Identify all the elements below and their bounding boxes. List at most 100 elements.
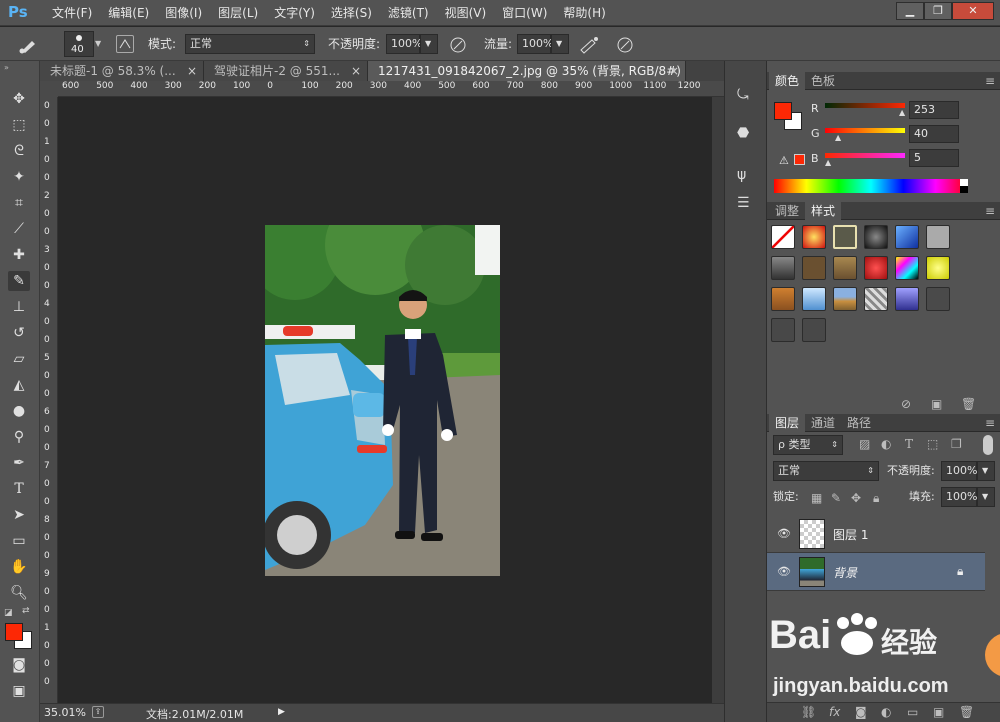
history-brush-icon[interactable]: ↺	[8, 323, 30, 343]
swap-colors-icon[interactable]: ⇄	[22, 606, 30, 616]
properties-panel-icon[interactable]: ☰	[737, 195, 750, 211]
layer-row[interactable]: 👁︎ 图层 1	[767, 515, 985, 553]
menu-layer[interactable]: 图层(L)	[210, 0, 266, 26]
lock-transparent-icon[interactable]: ▦	[811, 491, 822, 505]
close-icon[interactable]: ×	[351, 61, 361, 81]
menu-file[interactable]: 文件(F)	[44, 0, 100, 26]
filter-smart-object-icon[interactable]: ❐	[951, 437, 962, 451]
menu-filter[interactable]: 滤镜(T)	[380, 0, 437, 26]
style-swatch[interactable]	[833, 287, 857, 311]
chevron-down-icon[interactable]: ▼	[95, 39, 101, 48]
red-value[interactable]: 253	[909, 101, 959, 119]
shape-icon[interactable]: ▭	[8, 531, 30, 551]
menu-select[interactable]: 选择(S)	[323, 0, 380, 26]
menu-image[interactable]: 图像(I)	[157, 0, 210, 26]
tab-license-photo[interactable]: 驾驶证相片-2 @ 551... ×	[204, 61, 368, 81]
red-slider[interactable]	[825, 103, 905, 108]
close-icon[interactable]: ×	[187, 61, 197, 81]
restore-button[interactable]: ❐	[924, 2, 952, 20]
screen-mode-icon[interactable]: ▣	[8, 681, 30, 701]
tab-color[interactable]: 颜色	[769, 72, 806, 90]
gamut-warning-icon[interactable]: ⚠	[779, 154, 789, 167]
close-icon[interactable]: ×	[669, 61, 679, 81]
menu-type[interactable]: 文字(Y)	[266, 0, 323, 26]
style-swatch-selected[interactable]	[833, 225, 857, 249]
new-group-icon[interactable]: ▭	[907, 705, 918, 719]
style-swatch[interactable]	[802, 256, 826, 280]
blur-icon[interactable]: ●	[8, 401, 30, 421]
filter-type-icon[interactable]: T	[905, 437, 913, 451]
brush-preset-picker[interactable]: 40	[64, 31, 94, 57]
side-badge[interactable]	[985, 633, 1000, 677]
pressure-opacity-icon[interactable]	[448, 35, 468, 55]
tab-channels[interactable]: 通道	[805, 414, 841, 432]
spectrum-black-chip[interactable]	[960, 186, 968, 193]
collapse-toolbar-icon[interactable]: »	[4, 63, 9, 72]
lock-pixels-icon[interactable]: ✎	[831, 491, 841, 505]
tab-untitled-1[interactable]: 未标题-1 @ 58.3% (... ×	[40, 61, 204, 81]
eyedropper-icon[interactable]: ⟋	[8, 219, 30, 239]
lock-all-icon[interactable]: 🔒︎	[873, 491, 879, 506]
lasso-icon[interactable]: ᘓ	[8, 141, 30, 161]
filter-image-icon[interactable]: ▨	[859, 437, 870, 451]
new-style-icon[interactable]: ▣	[931, 397, 942, 411]
green-value[interactable]: 40	[909, 125, 959, 143]
fill-input[interactable]: 100%	[941, 487, 977, 507]
color-spectrum-bar[interactable]	[774, 179, 968, 193]
adjustment-layer-icon[interactable]: ◐	[881, 705, 891, 719]
minimize-button[interactable]: ▁	[896, 2, 924, 20]
pen-icon[interactable]: ✒	[8, 453, 30, 473]
style-swatch[interactable]	[926, 287, 950, 311]
menu-view[interactable]: 视图(V)	[437, 0, 495, 26]
foreground-color-swatch[interactable]	[5, 623, 23, 641]
flow-input[interactable]: 100%	[517, 34, 553, 54]
hand-icon[interactable]: ✋	[8, 557, 30, 577]
default-colors-icon[interactable]: ◪	[4, 608, 13, 618]
style-swatch[interactable]	[771, 318, 795, 342]
layer-opacity-input[interactable]: 100%	[941, 461, 977, 481]
dodge-icon[interactable]: ⚲	[8, 427, 30, 447]
tab-styles[interactable]: 样式	[805, 202, 842, 220]
panel-menu-icon[interactable]: ≡	[985, 74, 995, 88]
style-swatch[interactable]	[895, 256, 919, 280]
gamut-color-chip[interactable]	[794, 154, 805, 165]
brush-panel-toggle-icon[interactable]	[116, 35, 134, 53]
style-swatch[interactable]	[926, 225, 950, 249]
brush-icon[interactable]: ✎	[8, 271, 30, 291]
foreground-color-chip[interactable]	[774, 102, 792, 120]
style-swatch[interactable]	[771, 256, 795, 280]
zoom-icon[interactable]: 🔍︎	[8, 583, 30, 603]
slider-handle-icon[interactable]: ▲	[825, 158, 831, 167]
move-icon[interactable]: ✥	[8, 89, 30, 109]
layer-name[interactable]: 背景	[833, 564, 857, 581]
lock-position-icon[interactable]: ✥	[851, 491, 861, 505]
style-swatch[interactable]	[833, 256, 857, 280]
delete-style-icon[interactable]: 🗑︎	[961, 397, 976, 411]
crop-icon[interactable]: ⌗	[8, 193, 30, 213]
mode-select[interactable]: 正常 ⇕	[185, 34, 315, 54]
pressure-size-icon[interactable]	[614, 35, 636, 55]
zoom-level[interactable]: 35.01%	[44, 706, 86, 719]
path-select-icon[interactable]: ➤	[8, 505, 30, 525]
stamp-icon[interactable]: ⊥	[8, 297, 30, 317]
fx-icon[interactable]: fx	[829, 705, 840, 719]
quick-mask-icon[interactable]: ◙	[8, 655, 30, 675]
spectrum-white-chip[interactable]	[960, 179, 968, 186]
tab-paths[interactable]: 路径	[841, 414, 877, 432]
3d-panel-icon[interactable]: ⬣	[737, 125, 749, 141]
document-photo[interactable]	[265, 225, 500, 576]
blue-slider[interactable]	[825, 153, 905, 158]
style-swatch[interactable]	[895, 225, 919, 249]
style-swatch[interactable]	[771, 225, 795, 249]
opacity-dropdown-icon[interactable]: ▼	[420, 34, 438, 54]
slider-handle-icon[interactable]: ▲	[835, 133, 841, 142]
bucket-icon[interactable]: ◭	[8, 375, 30, 395]
flow-dropdown-icon[interactable]: ▼	[551, 34, 569, 54]
filter-toggle[interactable]	[983, 435, 993, 455]
menu-window[interactable]: 窗口(W)	[494, 0, 555, 26]
tab-active-document[interactable]: 1217431_091842067_2.jpg @ 35% (背景, RGB/8…	[368, 61, 686, 81]
tab-adjustments[interactable]: 调整	[769, 202, 805, 220]
panel-menu-icon[interactable]: ≡	[985, 416, 995, 430]
clear-style-icon[interactable]: ⊘	[901, 397, 911, 411]
close-window-button[interactable]: ✕	[952, 2, 994, 20]
